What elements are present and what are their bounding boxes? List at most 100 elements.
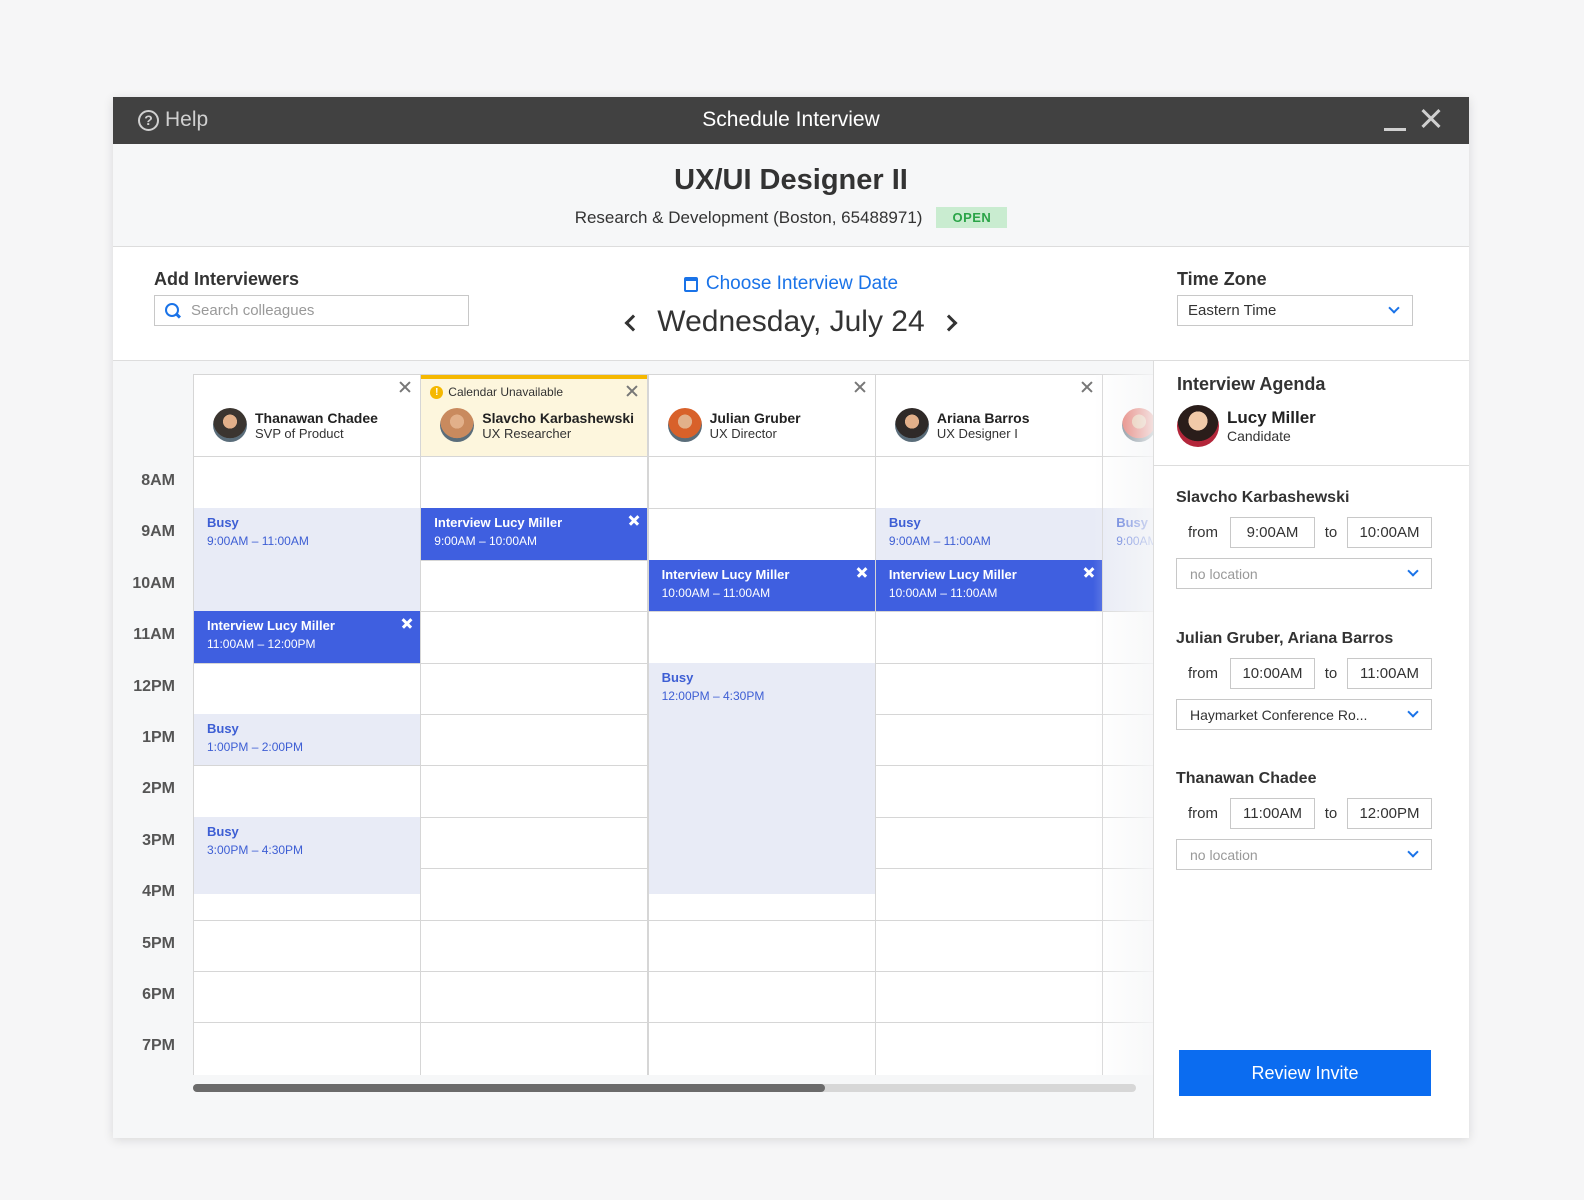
remove-event-icon[interactable]: [1084, 567, 1094, 577]
time-label: 8AM: [141, 472, 175, 489]
event-time: 1:00PM – 2:00PM: [207, 740, 304, 754]
slot-participants: Julian Gruber, Ariana Barros: [1176, 630, 1394, 647]
chevron-down-icon: [1407, 846, 1419, 858]
remove-interviewer-icon[interactable]: [1081, 381, 1093, 393]
interview-event[interactable]: Interview Lucy Miller 10:00AM – 11:00AM: [648, 559, 875, 612]
time-label: 10AM: [132, 574, 175, 592]
remove-interviewer-icon[interactable]: [626, 385, 638, 397]
from-label: from: [1188, 665, 1218, 682]
slot-time-row: from 11:00AM to 12:00PM: [1176, 798, 1432, 829]
hour-line: [1103, 919, 1153, 921]
from-time-input[interactable]: 9:00AM: [1230, 517, 1315, 548]
from-time-input[interactable]: 11:00AM: [1230, 798, 1315, 829]
warning-icon: !: [430, 385, 444, 399]
hour-line: [421, 611, 648, 613]
controls-row: Add Interviewers Choose Interview Date W…: [113, 247, 1469, 361]
hour-line: [875, 816, 1102, 818]
from-time-input[interactable]: 10:00AM: [1230, 658, 1315, 689]
location-select[interactable]: Haymarket Conference Ro...: [1176, 699, 1432, 730]
calendar-icon: [683, 276, 698, 292]
avatar: [213, 408, 247, 442]
remove-event-icon[interactable]: [857, 567, 867, 577]
slot-time-row: from 10:00AM to 11:00AM: [1176, 658, 1432, 689]
previous-day-icon[interactable]: [621, 307, 641, 337]
hour-cells: Interview Lucy Miller 9:00AM – 10:00AM: [421, 457, 648, 1074]
interview-event[interactable]: Interview Lucy Miller 11:00AM – 12:00PM: [194, 611, 420, 663]
interviewer-header: Ariana Barros UX Designer I: [875, 375, 1102, 457]
horizontal-scrollbar[interactable]: [193, 1084, 1136, 1092]
hour-line: [648, 971, 875, 972]
interviewer-person: Thanawan Chadee SVP of Product: [213, 408, 378, 442]
minimize-icon[interactable]: [1384, 113, 1406, 131]
location-select[interactable]: no location: [1176, 839, 1432, 870]
calendar-area: 8AM 9AM 10AM 11AM 12PM 1PM 2PM 3PM 4PM 5PM 6PM 7PM …: [113, 361, 1153, 1138]
timezone-select[interactable]: Eastern Time: [1177, 295, 1413, 326]
busy-event: Busy 9:00AM – 11:00AM: [1103, 508, 1153, 612]
interviewer-role: UX Director: [709, 425, 777, 441]
hour-line: [421, 714, 648, 715]
hour-line: [1103, 765, 1153, 767]
time-label: 6PM: [142, 986, 175, 1003]
hour-line: [1103, 816, 1153, 818]
event-time: 10:00AM – 11:00AM: [661, 585, 771, 600]
review-invite-button[interactable]: Review Invite: [1179, 1050, 1431, 1096]
hour-line: [1103, 611, 1153, 613]
to-label: to: [1324, 665, 1338, 682]
interviewer-header: Julian Gruber UX Director: [648, 375, 875, 457]
interviewer-person: [1122, 408, 1153, 442]
hour-line: [875, 765, 1102, 767]
remove-event-icon[interactable]: [402, 618, 412, 628]
agenda-slot: Thanawan Chadee from 11:00AM to 12:00PM no lo…: [1176, 770, 1432, 870]
choose-date-label: Choose Interview Date: [705, 273, 899, 294]
agenda-title: Interview Agenda: [1177, 374, 1326, 394]
location-select[interactable]: no location: [1176, 558, 1432, 589]
from-label: from: [1188, 524, 1218, 541]
to-time-input[interactable]: 11:00AM: [1347, 658, 1432, 689]
hour-line: [194, 662, 420, 664]
next-day-icon[interactable]: [941, 307, 961, 337]
interviewer-role: UX Researcher: [482, 425, 572, 441]
busy-event: Busy 1:00PM – 2:00PM: [194, 714, 420, 766]
remove-interviewer-icon[interactable]: [854, 381, 866, 393]
divider: [1154, 465, 1469, 466]
close-window-icon[interactable]: [1417, 105, 1445, 133]
remove-event-icon[interactable]: [629, 515, 639, 525]
busy-event: Busy 12:00PM – 4:30PM: [648, 662, 875, 894]
hour-line: [421, 1022, 648, 1024]
hour-line: [1103, 1022, 1153, 1024]
interviewer-person: Julian Gruber UX Director: [667, 408, 801, 442]
hour-line: [648, 508, 875, 510]
job-header: UX/UI Designer II Research & Development…: [113, 144, 1469, 247]
busy-event: Busy 9:00AM – 11:00AM: [194, 508, 420, 612]
scrollbar-thumb[interactable]: [193, 1084, 825, 1092]
candidate-avatar: [1177, 405, 1219, 447]
time-label: 4PM: [142, 883, 175, 901]
event-title: Busy: [888, 515, 921, 531]
event-time: 9:00AM – 11:00AM: [888, 534, 991, 549]
timezone-label: Time Zone: [1177, 269, 1267, 289]
to-label: to: [1324, 524, 1338, 541]
hour-line: [648, 919, 875, 921]
interview-event[interactable]: Interview Lucy Miller 9:00AM – 10:00AM: [421, 508, 648, 560]
location-value: no location: [1190, 846, 1258, 863]
candidate-role: Candidate: [1227, 428, 1291, 444]
hour-line: [421, 868, 648, 870]
remove-interviewer-icon[interactable]: [399, 381, 411, 393]
to-time-input[interactable]: 12:00PM: [1347, 798, 1432, 829]
interviewer-column: Ariana Barros UX Designer I Busy 9:00AM – 1…: [874, 374, 1103, 1075]
time-label: 3PM: [142, 831, 175, 849]
agenda-slot: Julian Gruber, Ariana Barros from 10:00AM t…: [1176, 630, 1432, 730]
location-value: Haymarket Conference Ro...: [1190, 706, 1368, 723]
event-title: Busy: [207, 721, 239, 736]
hour-line: [421, 919, 648, 921]
event-time: 3:00PM – 4:30PM: [207, 842, 304, 857]
calendar-warning-label: Calendar Unavailable: [448, 385, 564, 399]
interview-event[interactable]: Interview Lucy Miller 10:00AM – 11:00AM: [875, 559, 1102, 612]
interview-agenda-panel: Interview Agenda Lucy Miller Candidate S…: [1153, 361, 1469, 1138]
hour-line: [875, 868, 1102, 870]
time-label: 2PM: [142, 780, 175, 798]
job-title: UX/UI Designer II: [674, 164, 908, 196]
to-time-input[interactable]: 10:00AM: [1347, 517, 1432, 548]
interviewer-role: SVP of Product: [255, 425, 344, 441]
interviewer-person: Ariana Barros UX Designer I: [894, 408, 1029, 442]
